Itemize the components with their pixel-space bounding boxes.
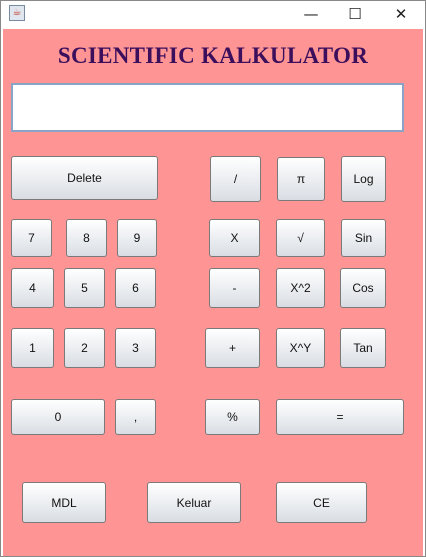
ce-button[interactable]: CE	[276, 482, 367, 523]
calculator-display[interactable]	[11, 83, 404, 132]
app-title: SCIENTIFIC KALKULATOR	[57, 43, 369, 68]
title-bar[interactable]: ☕ — ☐ ✕	[1, 1, 425, 27]
minus-button[interactable]: -	[209, 268, 260, 308]
java-app-icon: ☕	[9, 5, 25, 21]
pi-button[interactable]: π	[277, 157, 325, 201]
digit-1-button[interactable]: 1	[11, 328, 54, 368]
comma-button[interactable]: ,	[115, 399, 156, 435]
delete-button[interactable]: Delete	[11, 156, 158, 200]
calculator-panel: SCIENTIFIC KALKULATOR Delete / π Log 7 8…	[3, 29, 423, 556]
digit-8-button[interactable]: 8	[66, 219, 107, 257]
equals-button[interactable]: =	[276, 399, 404, 435]
tan-button[interactable]: Tan	[340, 328, 386, 368]
maximize-button[interactable]: ☐	[333, 1, 377, 27]
sqrt-button[interactable]: √	[276, 219, 325, 257]
plus-button[interactable]: +	[205, 328, 260, 368]
digit-0-button[interactable]: 0	[11, 399, 105, 435]
digit-9-button[interactable]: 9	[117, 219, 157, 257]
sin-button[interactable]: Sin	[341, 219, 386, 257]
power-button[interactable]: X^Y	[276, 328, 325, 368]
cos-button[interactable]: Cos	[340, 268, 386, 308]
close-button[interactable]: ✕	[379, 1, 423, 27]
digit-7-button[interactable]: 7	[11, 219, 52, 257]
multiply-button[interactable]: X	[209, 219, 260, 257]
square-button[interactable]: X^2	[276, 268, 325, 308]
digit-4-button[interactable]: 4	[11, 268, 54, 308]
mdl-button[interactable]: MDL	[22, 482, 106, 523]
keluar-button[interactable]: Keluar	[147, 482, 241, 523]
minimize-button[interactable]: —	[289, 1, 333, 27]
digit-3-button[interactable]: 3	[115, 328, 156, 368]
percent-button[interactable]: %	[205, 399, 260, 435]
divide-button[interactable]: /	[210, 156, 261, 202]
digit-5-button[interactable]: 5	[64, 268, 105, 308]
digit-6-button[interactable]: 6	[115, 268, 156, 308]
log-button[interactable]: Log	[341, 156, 386, 202]
calculator-window: ☕ — ☐ ✕ SCIENTIFIC KALKULATOR Delete / π…	[0, 0, 426, 557]
digit-2-button[interactable]: 2	[64, 328, 105, 368]
